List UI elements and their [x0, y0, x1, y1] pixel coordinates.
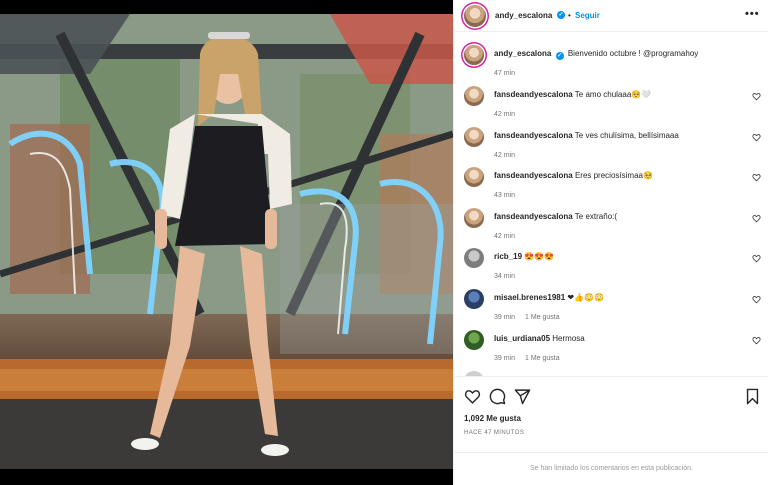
caption-body: Bienvenido octubre ! @programahoy	[567, 49, 699, 58]
comment-text: fansdeandyescalona Eres preciosísimaa🥺	[494, 171, 744, 181]
commenter-username[interactable]: fansdeandyescalona	[494, 131, 573, 140]
comment-time: 34 min	[494, 273, 516, 280]
comment-time: 39 min	[494, 314, 516, 321]
comment-body: Te extraño:(	[574, 212, 618, 221]
header-separator: •	[568, 11, 571, 20]
more-options-icon[interactable]: •••	[745, 8, 760, 20]
post-header: andy_escalona ✓ • Seguir •••	[454, 0, 768, 32]
comment-icon[interactable]	[489, 388, 506, 405]
bookmark-icon[interactable]	[744, 388, 761, 405]
comment-text: ricb_19 😍😍😍	[494, 252, 744, 262]
commenter-avatar[interactable]	[464, 167, 484, 187]
commenter-username[interactable]: fansdeandyescalona	[494, 212, 573, 221]
comment-meta: 43 min	[494, 192, 535, 199]
commenter-username[interactable]: luis_urdiana05	[494, 334, 550, 343]
comment-text: fansdeandyescalona Te extraño:(	[494, 212, 744, 222]
comment-body: 😍😍😍	[524, 252, 555, 261]
comment-body: Te amo chulaaa🥺🤍	[574, 90, 652, 99]
comment-body: Eres preciosísimaa🥺	[574, 171, 653, 180]
post-photo[interactable]	[0, 14, 453, 469]
caption-verified-badge-icon: ✓	[555, 52, 564, 60]
comment-time: 42 min	[494, 152, 516, 159]
comment-time: 42 min	[494, 111, 516, 118]
author-avatar[interactable]	[464, 5, 486, 27]
post-timestamp: HACE 47 MINUTOS	[464, 430, 525, 436]
comment-time: 39 min	[494, 355, 516, 362]
commenter-username[interactable]: fansdeandyescalona	[494, 171, 573, 180]
commenter-avatar[interactable]	[464, 127, 484, 147]
comment-heart-icon[interactable]	[752, 214, 761, 223]
share-icon[interactable]	[514, 388, 531, 405]
comment-meta: 39 min 1 Me gusta	[494, 355, 570, 362]
comment-heart-icon[interactable]	[752, 133, 761, 142]
comment-body: Te ves chulísima, bellísimaaa	[574, 131, 679, 140]
comment-text: luis_urdiana05 Hermosa	[494, 334, 744, 344]
comment-meta: 39 min 1 Me gusta	[494, 314, 570, 321]
caption-username[interactable]: andy_escalona	[494, 49, 551, 58]
author-username[interactable]: andy_escalona	[495, 11, 552, 20]
commenter-avatar[interactable]	[464, 289, 484, 309]
caption-time: 47 min	[494, 70, 516, 77]
comments-list[interactable]: andy_escalona ✓ Bienvenido octubre ! @pr…	[454, 33, 768, 376]
commenter-username[interactable]: fansdeandyescalona	[494, 90, 573, 99]
comment-body: ❤👍😳😳	[567, 293, 604, 302]
comment-likes[interactable]: 1 Me gusta	[525, 355, 560, 362]
comment-heart-icon[interactable]	[752, 295, 761, 304]
caption-avatar[interactable]	[464, 45, 484, 65]
comment-heart-icon[interactable]	[752, 173, 761, 182]
commenter-avatar[interactable]	[464, 330, 484, 350]
comment-heart-icon[interactable]	[752, 92, 761, 101]
comment-time: 42 min	[494, 233, 516, 240]
comment-heart-icon[interactable]	[752, 336, 761, 345]
post-side-panel: andy_escalona ✓ • Seguir ••• andy_escalo…	[453, 0, 768, 485]
comment-time: 43 min	[494, 192, 516, 199]
photo-illustration	[0, 14, 453, 469]
caption-text: andy_escalona ✓ Bienvenido octubre ! @pr…	[494, 49, 744, 60]
commenter-username[interactable]: misael.brenes1981	[494, 293, 565, 302]
commenter-avatar[interactable]	[464, 86, 484, 106]
comment-meta: 42 min	[494, 233, 535, 240]
comments-limited-notice: Se han limitado los comentarios en esta …	[454, 452, 768, 485]
heart-icon[interactable]	[464, 388, 481, 405]
comment-text: fansdeandyescalona Te ves chulísima, bel…	[494, 131, 744, 141]
comment-heart-icon[interactable]	[752, 254, 761, 263]
comment-meta: 42 min	[494, 152, 535, 159]
comment-body: Hermosa	[552, 334, 585, 343]
comment-text: misael.brenes1981 ❤👍😳😳	[494, 293, 744, 303]
comment-meta: 34 min	[494, 273, 535, 280]
commenter-avatar[interactable]	[464, 248, 484, 268]
comment-meta: 42 min	[494, 111, 535, 118]
post-media-panel	[0, 0, 453, 485]
comment-likes[interactable]: 1 Me gusta	[525, 314, 560, 321]
verified-badge-icon: ✓	[557, 11, 565, 19]
likes-count[interactable]: 1,092 Me gusta	[464, 414, 521, 423]
comment-text: fansdeandyescalona Te amo chulaaa🥺🤍	[494, 90, 744, 100]
commenter-username[interactable]: ricb_19	[494, 252, 522, 261]
commenter-avatar[interactable]	[464, 208, 484, 228]
follow-button[interactable]: Seguir	[575, 11, 600, 20]
